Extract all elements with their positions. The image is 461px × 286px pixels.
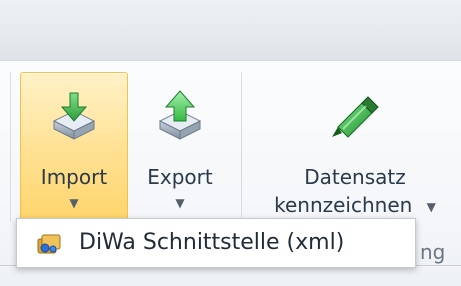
import-button-label: Import (40, 165, 108, 189)
diwa-icon (35, 229, 63, 257)
export-button-label: Export (147, 165, 213, 189)
menu-item-diwa-schnittstelle[interactable]: DiWa Schnittstelle (xml) (27, 226, 407, 260)
import-icon (21, 85, 127, 145)
export-button[interactable]: Export ▼ (132, 72, 228, 222)
chevron-down-icon: ▼ (69, 196, 79, 210)
ribbon-group-separator (10, 72, 11, 222)
mark-record-label-line2-text: kennzeichnen (274, 193, 413, 217)
mark-record-label-line2: kennzeichnen ▼ (267, 193, 443, 217)
ribbon-group-label: ng (420, 240, 446, 264)
import-button[interactable]: Import ▼ (20, 72, 128, 222)
app-frame: Import ▼ Export ▼ Datensatz kennzeichnen… (0, 0, 461, 286)
import-dropdown-menu: DiWa Schnittstelle (xml) (16, 218, 416, 268)
menu-item-label: DiWa Schnittstelle (xml) (79, 230, 345, 255)
marker-icon (267, 85, 443, 145)
chevron-down-icon: ▼ (426, 199, 436, 214)
window-titlebar (0, 0, 461, 60)
mark-record-button[interactable]: Datensatz kennzeichnen ▼ (266, 72, 444, 222)
mark-record-label-line1: Datensatz (304, 165, 406, 189)
ribbon-group-separator (241, 72, 242, 222)
export-icon (133, 85, 227, 145)
chevron-down-icon: ▼ (175, 196, 185, 210)
